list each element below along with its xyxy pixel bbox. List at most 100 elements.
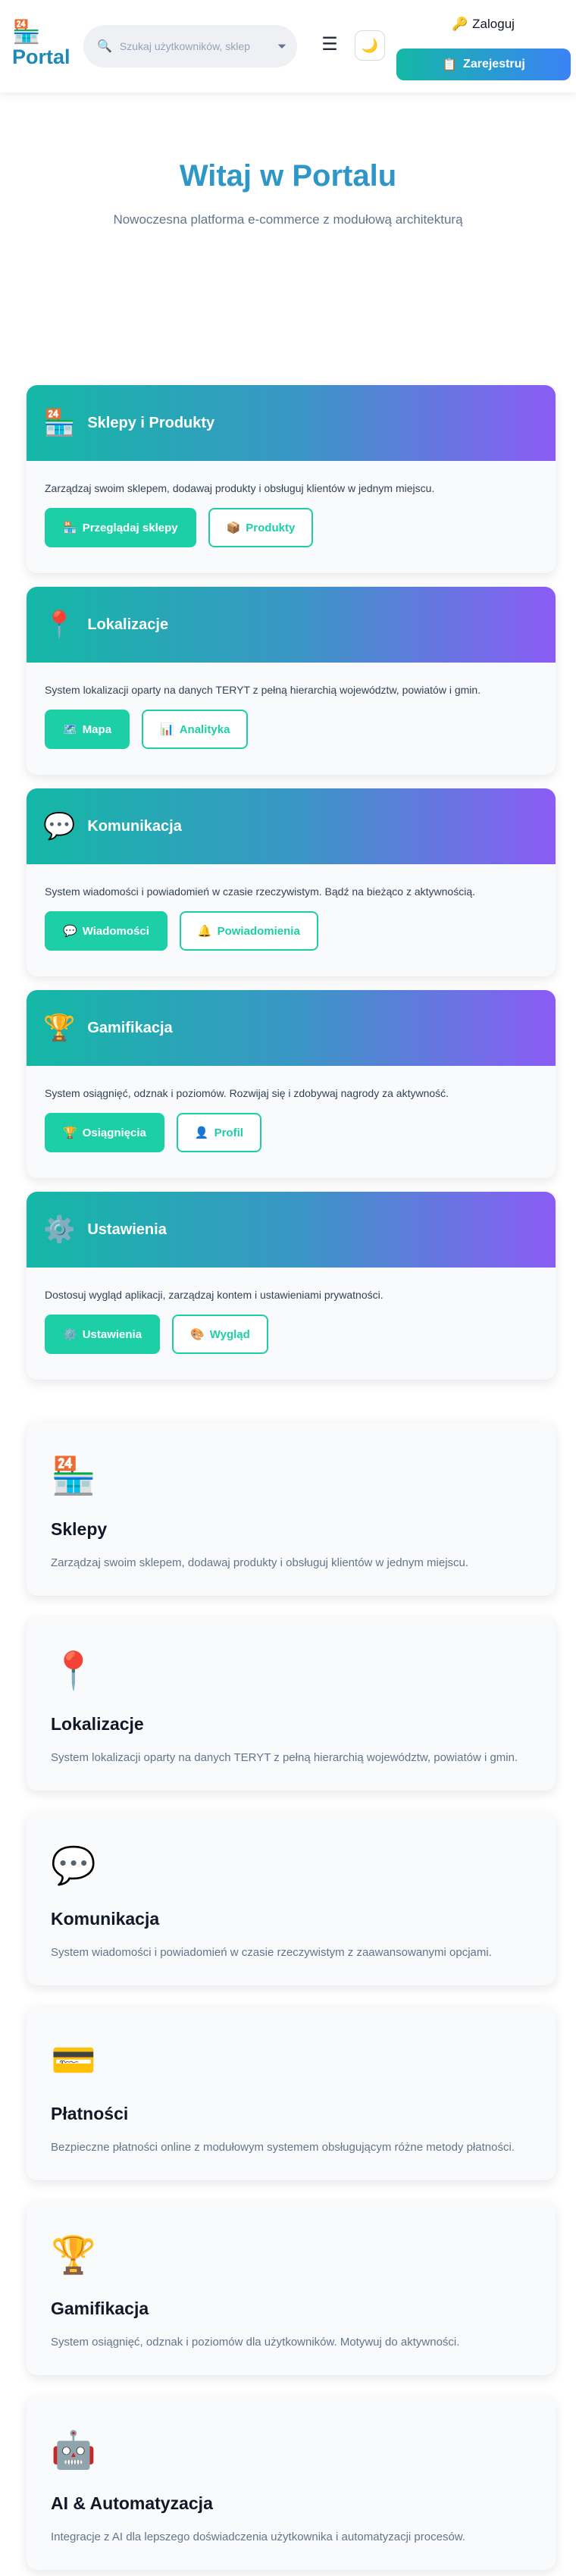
user-icon: 👤 bbox=[194, 1127, 209, 1139]
feature-description: Bezpieczne płatności online z modułowym … bbox=[51, 2141, 515, 2154]
products-button[interactable]: 📦 Produkty bbox=[208, 508, 314, 547]
trophy-icon: 🏆 bbox=[63, 1127, 77, 1139]
login-label: Zaloguj bbox=[472, 17, 515, 31]
button-label: Produkty bbox=[246, 521, 296, 534]
button-label: Mapa bbox=[82, 722, 112, 736]
map-button[interactable]: 🗺️ Mapa bbox=[45, 710, 130, 749]
module-description: Zarządzaj swoim sklepem, dodawaj produkt… bbox=[45, 482, 435, 494]
feature-card-gamification: 🏆 Gamifikacja System osiągnięć, odznak i… bbox=[27, 2202, 556, 2375]
feature-title: Komunikacja bbox=[51, 1909, 160, 1929]
theme-toggle-button[interactable]: 🌙 bbox=[355, 30, 385, 61]
button-label: Przeglądaj sklepy bbox=[82, 521, 178, 534]
search-bar: 🔍 ⏷ bbox=[83, 25, 297, 67]
feature-list: 🏪 Sklepy Zarządzaj swoim sklepem, dodawa… bbox=[0, 1393, 576, 2570]
trophy-icon: 🏆 bbox=[43, 1014, 76, 1042]
moon-icon: 🌙 bbox=[361, 37, 379, 53]
module-list: 🏪 Sklepy i Produkty Zarządzaj swoim skle… bbox=[0, 379, 576, 1380]
achievements-button[interactable]: 🏆 Osiągnięcia bbox=[45, 1113, 164, 1152]
shop-icon: 🏪 bbox=[12, 20, 41, 45]
top-header: 🏪 Portal 🔍 ⏷ ☰ 🌙 🔑 Zaloguj 📋 Zarejestruj bbox=[0, 0, 576, 92]
module-title: Gamifikacja bbox=[87, 1019, 173, 1036]
feature-description: System lokalizacji oparty na danych TERY… bbox=[51, 1751, 518, 1764]
module-description: System osiągnięć, odznak i poziomów. Roz… bbox=[45, 1087, 449, 1099]
credit-card-icon: 💳 bbox=[51, 2041, 96, 2081]
pin-icon: 📍 bbox=[51, 1651, 96, 1691]
logo[interactable]: 🏪 Portal bbox=[12, 21, 70, 70]
messages-button[interactable]: 💬 Wiadomości bbox=[45, 911, 167, 951]
browse-shops-button[interactable]: 🏪 Przeglądaj sklepy bbox=[45, 508, 196, 547]
register-button[interactable]: 📋 Zarejestruj bbox=[396, 49, 571, 80]
module-card-gamification: 🏆 Gamifikacja System osiągnięć, odznak i… bbox=[27, 990, 556, 1178]
module-card-settings: ⚙️ Ustawienia Dostosuj wygląd aplikacji,… bbox=[27, 1192, 556, 1380]
gear-icon: ⚙️ bbox=[43, 1215, 76, 1244]
menu-button[interactable]: ☰ bbox=[318, 33, 341, 56]
button-label: Profil bbox=[214, 1126, 243, 1139]
shop-icon: 🏪 bbox=[43, 409, 76, 437]
speech-bubble-icon: 💬 bbox=[43, 812, 76, 841]
feature-title: Lokalizacje bbox=[51, 1714, 144, 1734]
button-label: Osiągnięcia bbox=[82, 1126, 146, 1139]
module-description: System lokalizacji oparty na danych TERY… bbox=[45, 684, 481, 696]
clipboard-icon: 📋 bbox=[442, 58, 458, 71]
search-icon: 🔍 bbox=[97, 40, 112, 53]
register-label: Zarejestruj bbox=[463, 58, 525, 71]
module-title: Ustawienia bbox=[87, 1221, 167, 1238]
filter-icon[interactable]: ⏷ bbox=[277, 40, 286, 53]
shop-icon: 🏪 bbox=[51, 1456, 96, 1496]
feature-description: Zarządzaj swoim sklepem, dodawaj produkt… bbox=[51, 1556, 469, 1569]
hero-title: Witaj w Portalu bbox=[179, 159, 397, 193]
module-header: 🏪 Sklepy i Produkty bbox=[27, 385, 556, 461]
module-description: Dostosuj wygląd aplikacji, zarządzaj kon… bbox=[45, 1289, 383, 1301]
module-description: System wiadomości i powiadomień w czasie… bbox=[45, 885, 475, 898]
gear-icon: ⚙️ bbox=[63, 1328, 77, 1341]
feature-description: Integracje z AI dla lepszego doświadczen… bbox=[51, 2531, 465, 2543]
search-input[interactable] bbox=[119, 40, 270, 52]
module-title: Komunikacja bbox=[87, 817, 182, 835]
feature-description: System wiadomości i powiadomień w czasie… bbox=[51, 1946, 492, 1959]
speech-bubble-icon: 💬 bbox=[63, 925, 77, 938]
module-header: ⚙️ Ustawienia bbox=[27, 1192, 556, 1268]
button-label: Ustawienia bbox=[82, 1327, 142, 1341]
logo-text: Portal bbox=[12, 45, 70, 68]
key-icon: 🔑 bbox=[452, 17, 468, 31]
module-title: Lokalizacje bbox=[87, 616, 169, 633]
settings-button[interactable]: ⚙️ Ustawienia bbox=[45, 1315, 161, 1354]
login-link[interactable]: 🔑 Zaloguj bbox=[452, 17, 515, 32]
package-icon: 📦 bbox=[226, 522, 241, 534]
palette-icon: 🎨 bbox=[190, 1328, 205, 1341]
map-icon: 🗺️ bbox=[63, 723, 77, 736]
module-header: 🏆 Gamifikacja bbox=[27, 990, 556, 1066]
pin-icon: 📍 bbox=[43, 610, 76, 639]
hero-subtitle: Nowoczesna platforma e-commerce z moduło… bbox=[113, 212, 463, 227]
feature-card-ai: 🤖 AI & Automatyzacja Integracje z AI dla… bbox=[27, 2396, 556, 2570]
button-label: Wiadomości bbox=[82, 924, 149, 938]
chart-icon: 📊 bbox=[160, 723, 174, 736]
feature-card-payments: 💳 Płatności Bezpieczne płatności online … bbox=[27, 2007, 556, 2180]
feature-title: AI & Automatyzacja bbox=[51, 2493, 213, 2513]
feature-title: Płatności bbox=[51, 2104, 129, 2123]
shop-icon: 🏪 bbox=[63, 522, 77, 534]
module-header: 📍 Lokalizacje bbox=[27, 587, 556, 663]
feature-card-locations: 📍 Lokalizacje System lokalizacji oparty … bbox=[27, 1617, 556, 1791]
robot-icon: 🤖 bbox=[51, 2430, 96, 2471]
module-header: 💬 Komunikacja bbox=[27, 788, 556, 864]
hamburger-icon: ☰ bbox=[321, 34, 338, 55]
trophy-icon: 🏆 bbox=[51, 2236, 96, 2276]
button-label: Wygląd bbox=[209, 1327, 250, 1341]
profile-button[interactable]: 👤 Profil bbox=[176, 1113, 261, 1152]
feature-title: Sklepy bbox=[51, 1519, 108, 1539]
feature-title: Gamifikacja bbox=[51, 2299, 149, 2318]
feature-card-shops: 🏪 Sklepy Zarządzaj swoim sklepem, dodawa… bbox=[27, 1422, 556, 1596]
hero: Witaj w Portalu Nowoczesna platforma e-c… bbox=[0, 92, 576, 379]
button-label: Analityka bbox=[179, 722, 230, 736]
analytics-button[interactable]: 📊 Analityka bbox=[142, 710, 249, 749]
module-card-locations: 📍 Lokalizacje System lokalizacji oparty … bbox=[27, 587, 556, 775]
appearance-button[interactable]: 🎨 Wygląd bbox=[172, 1315, 268, 1354]
feature-description: System osiągnięć, odznak i poziomów dla … bbox=[51, 2336, 460, 2349]
button-label: Powiadomienia bbox=[217, 924, 300, 938]
feature-card-communication: 💬 Komunikacja System wiadomości i powiad… bbox=[27, 1812, 556, 1985]
module-card-communication: 💬 Komunikacja System wiadomości i powiad… bbox=[27, 788, 556, 976]
bell-icon: 🔔 bbox=[197, 925, 212, 938]
notifications-button[interactable]: 🔔 Powiadomienia bbox=[179, 911, 318, 951]
module-card-shops: 🏪 Sklepy i Produkty Zarządzaj swoim skle… bbox=[27, 385, 556, 573]
